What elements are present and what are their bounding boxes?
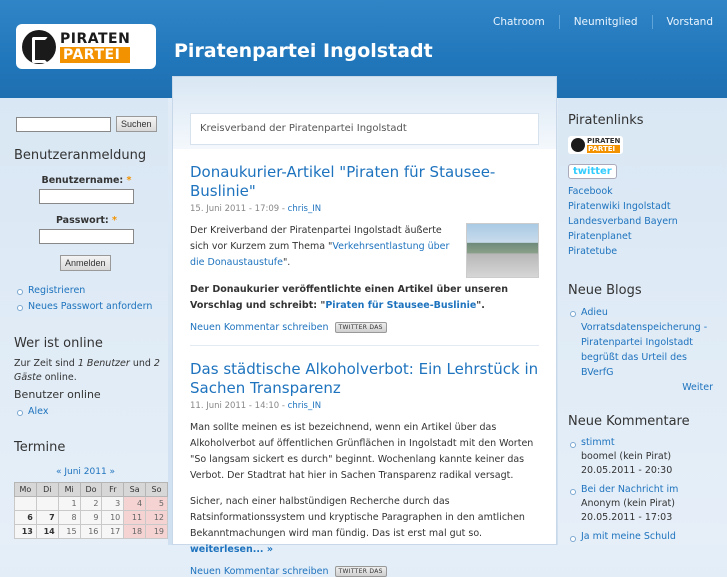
calendar-day[interactable]: 14: [35, 524, 59, 539]
link-piratenwiki[interactable]: Piratenwiki Ingolstadt: [568, 199, 678, 214]
site-logo[interactable]: PIRATEN PARTEI: [16, 24, 156, 69]
calendar: Mo Di Mi Do Fr Sa So 1 2 3 4 5 6 7 8 9 10 11 12 13 14 15 16 17…: [14, 482, 168, 539]
blogs-more-link[interactable]: Weiter: [682, 382, 713, 393]
site-title[interactable]: Piratenpartei Ingolstadt: [174, 40, 433, 62]
post-1-author[interactable]: chris_IN: [288, 204, 321, 214]
post-1-comment-link[interactable]: Neuen Kommentar schreiben: [190, 322, 329, 333]
calendar-day[interactable]: 13: [14, 524, 37, 539]
username-field[interactable]: [39, 189, 134, 204]
calendar-day: 19: [145, 524, 168, 539]
online-users-title: Benutzer online: [14, 388, 101, 401]
piratenlinks-title: Piratenlinks: [568, 113, 644, 128]
password-field[interactable]: [39, 229, 134, 244]
calendar-day-header: Di: [35, 482, 59, 497]
right-sidebar: Piratenlinks PIRATEN PARTEI twitter Faceb…: [558, 98, 727, 545]
calendar-day: 3: [101, 496, 125, 511]
password-label: Passwort: *: [55, 215, 118, 226]
twitter-logo[interactable]: twitter: [568, 164, 617, 179]
calendar-day: [14, 496, 37, 511]
main-content: Kreisverband der Piratenpartei Ingolstad…: [172, 76, 557, 577]
comment-item[interactable]: Ja mit meine Schuld: [568, 530, 718, 544]
search-input[interactable]: [16, 116, 111, 132]
post-2-comment-link[interactable]: Neuen Kommentar schreiben: [190, 566, 329, 577]
pirate-sail-icon: [571, 138, 585, 152]
post-2: Das städtische Alkoholverbot: Ein Lehrst…: [173, 360, 556, 577]
calendar-day: 9: [79, 510, 103, 525]
calendar-day-header: Do: [79, 482, 103, 497]
post-1-twitter-button[interactable]: TWITTER DAS: [334, 322, 387, 333]
nav-neumitglied[interactable]: Neumitglied: [558, 15, 652, 29]
post-2-paragraph-2: Sicher, nach einer halbstündigen Recherc…: [190, 496, 525, 555]
calendar-day-header: Mo: [14, 482, 37, 497]
post-1-source-link[interactable]: Piraten für Stausee-Buslinie: [325, 300, 476, 311]
nav-chatroom[interactable]: Chatroom: [479, 15, 559, 29]
post-2-paragraph-1: Man sollte meinen es ist bezeichnend, we…: [190, 422, 534, 481]
link-landesverband[interactable]: Landesverband Bayern: [568, 214, 678, 229]
post-1-image: [466, 223, 539, 278]
calendar-day: 2: [79, 496, 103, 511]
calendar-day-header: So: [145, 482, 168, 497]
online-user[interactable]: Alex: [15, 404, 48, 420]
post-1-title[interactable]: Donaukurier-Artikel "Piraten für Stausee…: [190, 163, 539, 201]
site-description: Kreisverband der Piratenpartei Ingolstad…: [190, 113, 539, 145]
calendar-day: 1: [57, 496, 81, 511]
calendar-day: 11: [123, 510, 147, 525]
termine-title: Termine: [14, 440, 66, 455]
calendar-day: 10: [101, 510, 125, 525]
calendar-day-header: Mi: [57, 482, 81, 497]
nav-vorstand[interactable]: Vorstand: [651, 15, 727, 29]
calendar-day-header: Fr: [101, 482, 125, 497]
piraten-badge[interactable]: PIRATEN PARTEI: [568, 136, 624, 154]
calendar-day-header: Sa: [123, 482, 147, 497]
logo-line1: PIRATEN: [60, 30, 131, 47]
calendar-day: 8: [57, 510, 81, 525]
search-button[interactable]: Suchen: [116, 116, 157, 132]
comment-item[interactable]: Bei der Nachricht im Anonym (kein Pirat) 2…: [568, 483, 718, 525]
read-more-link[interactable]: weiterlesen... »: [190, 544, 273, 555]
top-navigation: Chatroom Neumitglied Vorstand: [479, 15, 727, 29]
calendar-day: 18: [123, 524, 147, 539]
link-facebook[interactable]: Facebook: [568, 184, 678, 199]
calendar-day: 15: [57, 524, 81, 539]
post-2-meta: 11. Juni 2011 - 14:10 - chris_IN: [190, 401, 322, 411]
post-1: Donaukurier-Artikel "Piraten für Stausee…: [173, 149, 556, 333]
post-divider: [190, 345, 539, 346]
comments-title: Neue Kommentare: [568, 414, 690, 429]
calendar-day: 16: [79, 524, 103, 539]
register-link[interactable]: Registrieren: [15, 283, 152, 299]
calendar-day: 4: [123, 496, 147, 511]
calendar-day: 17: [101, 524, 125, 539]
link-piratenplanet[interactable]: Piratenplanet: [568, 229, 678, 244]
post-2-twitter-button[interactable]: TWITTER DAS: [334, 566, 387, 577]
calendar-day: 12: [145, 510, 168, 525]
blogs-title: Neue Blogs: [568, 283, 642, 298]
calendar-day[interactable]: 6: [14, 510, 37, 525]
calendar-day: 5: [145, 496, 168, 511]
post-1-paragraph-2: Der Donaukurier veröffentlichte einen Ar…: [190, 284, 509, 311]
blog-item[interactable]: Adieu Vorratsdatenspeicherung - Piratenp…: [568, 305, 718, 380]
username-label: Benutzername: *: [41, 175, 132, 186]
calendar-day[interactable]: 7: [35, 510, 59, 525]
post-1-meta: 15. Juni 2011 - 17:09 - chris_IN: [190, 204, 322, 214]
post-2-title[interactable]: Das städtische Alkoholverbot: Ein Lehrst…: [190, 360, 539, 398]
calendar-nav[interactable]: « Juni 2011 »: [14, 467, 157, 477]
comment-item[interactable]: stimmt boomel (kein Pirat) 20.05.2011 - 20…: [568, 436, 718, 478]
link-piratetube[interactable]: Piratetube: [568, 244, 678, 259]
left-sidebar: Suchen Benutzeranmeldung Benutzername: *…: [0, 98, 168, 545]
pirate-sail-icon: [22, 29, 56, 64]
logo-line2: PARTEI: [60, 46, 131, 63]
login-title: Benutzeranmeldung: [14, 148, 147, 163]
reset-password-link[interactable]: Neues Passwort anfordern: [15, 299, 152, 315]
calendar-day: [35, 496, 59, 511]
login-button[interactable]: Anmelden: [60, 255, 111, 271]
online-text: Zur Zeit sind 1 Benutzer und 2 Gäste onl…: [14, 358, 160, 383]
online-title: Wer ist online: [14, 336, 103, 351]
post-2-author[interactable]: chris_IN: [288, 401, 321, 411]
